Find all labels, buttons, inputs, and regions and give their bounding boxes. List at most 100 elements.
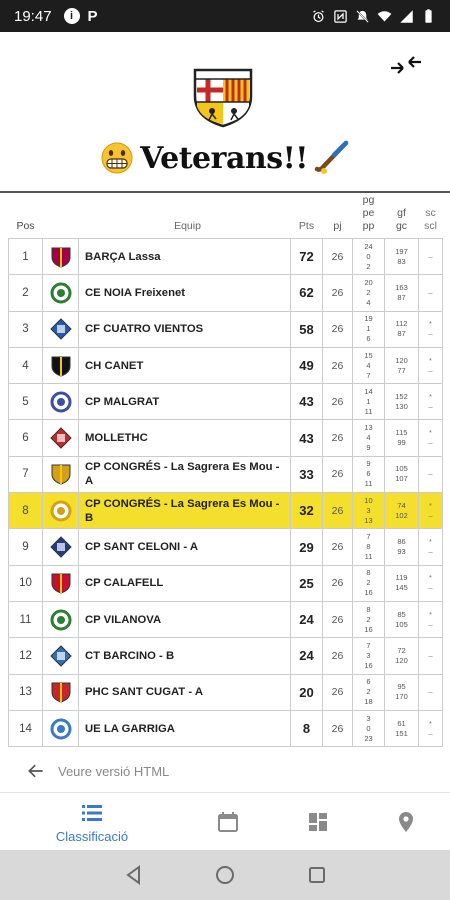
row-scl-value: –: [428, 728, 433, 738]
table-row[interactable]: 7 CP CONGRÉS - La Sagrera Es Mou - A 33 26 9…: [8, 455, 443, 494]
row-pe: 2: [366, 578, 371, 588]
row-gf: 197: [395, 246, 408, 256]
row-pj: 26: [322, 528, 353, 566]
table-row[interactable]: 6 MOLLETHC 43 26 13 4 9 115 99 * –: [8, 419, 443, 457]
table-row[interactable]: 10 CP CALAFELL 25 26 8 2 16 119 145 * –: [8, 564, 443, 602]
header-gfgc: gf gc: [395, 207, 408, 232]
row-pos: 11: [8, 600, 43, 639]
row-pg: 8: [366, 568, 371, 578]
header-sc: sc scl: [424, 207, 437, 232]
row-gf: 74: [397, 500, 406, 510]
row-logo: [42, 492, 79, 530]
row-gc: 105: [395, 619, 408, 629]
table-row[interactable]: 5 CP MALGRAT 43 26 14 1 11 152 130 * –: [8, 383, 443, 421]
html-version-link[interactable]: Veure versió HTML: [26, 760, 169, 782]
table-row[interactable]: 12 CT BARCINO - B 24 26 7 3 16 72 120–: [8, 637, 443, 675]
nav-calendar[interactable]: [206, 793, 250, 851]
row-sc-value: *: [429, 718, 432, 728]
parking-icon: P: [87, 7, 98, 25]
row-gf: 152: [395, 391, 408, 401]
row-sc: * –: [418, 419, 443, 457]
row-scl-value: –: [428, 583, 433, 593]
table-row[interactable]: 1 BARÇA Lassa 72 26 24 0 2 197 83–: [8, 237, 443, 276]
row-gc: 120: [395, 655, 408, 665]
nav-location[interactable]: [384, 793, 428, 851]
row-pg: 9: [366, 459, 371, 469]
calendar-icon: [218, 812, 238, 832]
row-sc: –: [418, 637, 443, 675]
row-pts: 24: [290, 600, 323, 639]
row-pos: 3: [8, 310, 43, 348]
row-pp: 23: [364, 733, 373, 743]
table-row[interactable]: 8 CP CONGRÉS - La Sagrera Es Mou - B 32 26 1…: [8, 492, 443, 530]
row-sc-value: –: [428, 251, 433, 261]
row-sc: * –: [418, 310, 443, 348]
row-team-name: MOLLETHC: [78, 419, 291, 457]
row-pe: 2: [366, 614, 371, 624]
row-team-name: CE NOIA Freixenet: [78, 274, 291, 312]
title-row: Veterans!!: [0, 136, 450, 180]
row-gc: 77: [397, 365, 406, 375]
row-gf: 72: [397, 645, 406, 655]
nav-grid[interactable]: [296, 793, 340, 851]
status-icons: [311, 8, 436, 24]
table-row[interactable]: 14 UE LA GARRIGA 8 26 3 0 23 61 151 * –: [8, 709, 443, 748]
row-logo: [42, 564, 79, 602]
table-row[interactable]: 11 CP VILANOVA 24 26 8 2 16 85 105 * –: [8, 600, 443, 639]
row-gf-gc: 115 99: [384, 419, 419, 457]
row-sc-value: *: [429, 391, 432, 401]
row-pts: 33: [290, 455, 323, 494]
row-scl-value: –: [428, 401, 433, 411]
team-logo-icon: [49, 427, 72, 449]
row-pg: 7: [366, 532, 371, 542]
row-pg-pe-pp: 10 3 13: [352, 492, 385, 530]
table-row[interactable]: 2 CE NOIA Freixenet 62 26 20 2 4 163 87–: [8, 274, 443, 312]
row-gf: 95: [397, 682, 406, 692]
row-pj: 26: [322, 709, 353, 748]
table-row[interactable]: 3 CF CUATRO VIENTOS 58 26 19 1 6 112 87 * –: [8, 310, 443, 348]
table-row[interactable]: 4 CH CANET 49 26 15 4 7 120 77 * –: [8, 346, 443, 385]
row-pos: 1: [8, 237, 43, 276]
table-row[interactable]: 9 CP SANT CELONI - A 29 26 7 8 11 86 93 * –: [8, 528, 443, 566]
back-icon[interactable]: [122, 863, 146, 887]
row-pts: 58: [290, 310, 323, 348]
row-pj: 26: [322, 564, 353, 602]
bottom-navigation: Classificació: [0, 792, 450, 850]
row-gf-gc: 152 130: [384, 383, 419, 421]
row-scl-value: –: [428, 510, 433, 520]
hockey-stick-icon: [314, 140, 349, 174]
row-gf: 163: [395, 282, 408, 292]
row-gc: 102: [395, 510, 408, 520]
row-pos: 14: [8, 709, 43, 748]
row-pg-pe-pp: 24 0 2: [352, 237, 385, 276]
row-logo: [42, 237, 79, 276]
row-sc: * –: [418, 564, 443, 602]
collapse-arrows-icon: [391, 56, 421, 74]
row-pg: 14: [364, 386, 373, 396]
recents-icon[interactable]: [305, 863, 329, 887]
collapse-button[interactable]: [386, 50, 426, 80]
row-pj: 26: [322, 673, 353, 711]
row-pj: 26: [322, 419, 353, 457]
grid-icon: [309, 813, 327, 831]
row-team-name: CF CUATRO VIENTOS: [78, 310, 291, 348]
row-pts: 43: [290, 419, 323, 457]
row-pts: 25: [290, 564, 323, 602]
row-pts: 32: [290, 492, 323, 530]
row-pp: 16: [364, 588, 373, 598]
row-sc: * –: [418, 492, 443, 530]
row-pos: 2: [8, 274, 43, 312]
row-pg-pe-pp: 7 8 11: [352, 528, 385, 566]
row-sc-value: –: [428, 469, 433, 479]
table-row[interactable]: 13 PHC SANT CUGAT - A 20 26 6 2 18 95 170–: [8, 673, 443, 711]
team-logo-icon: [51, 247, 70, 268]
row-sc-value: *: [429, 537, 432, 547]
nav-classificacio[interactable]: Classificació: [46, 793, 138, 851]
home-icon[interactable]: [213, 863, 237, 887]
row-gf: 85: [397, 609, 406, 619]
row-sc: * –: [418, 346, 443, 385]
row-pg-pe-pp: 14 1 11: [352, 383, 385, 421]
row-gc: 93: [397, 547, 406, 557]
row-gc: 151: [395, 728, 408, 738]
team-logo-icon: [50, 391, 71, 413]
